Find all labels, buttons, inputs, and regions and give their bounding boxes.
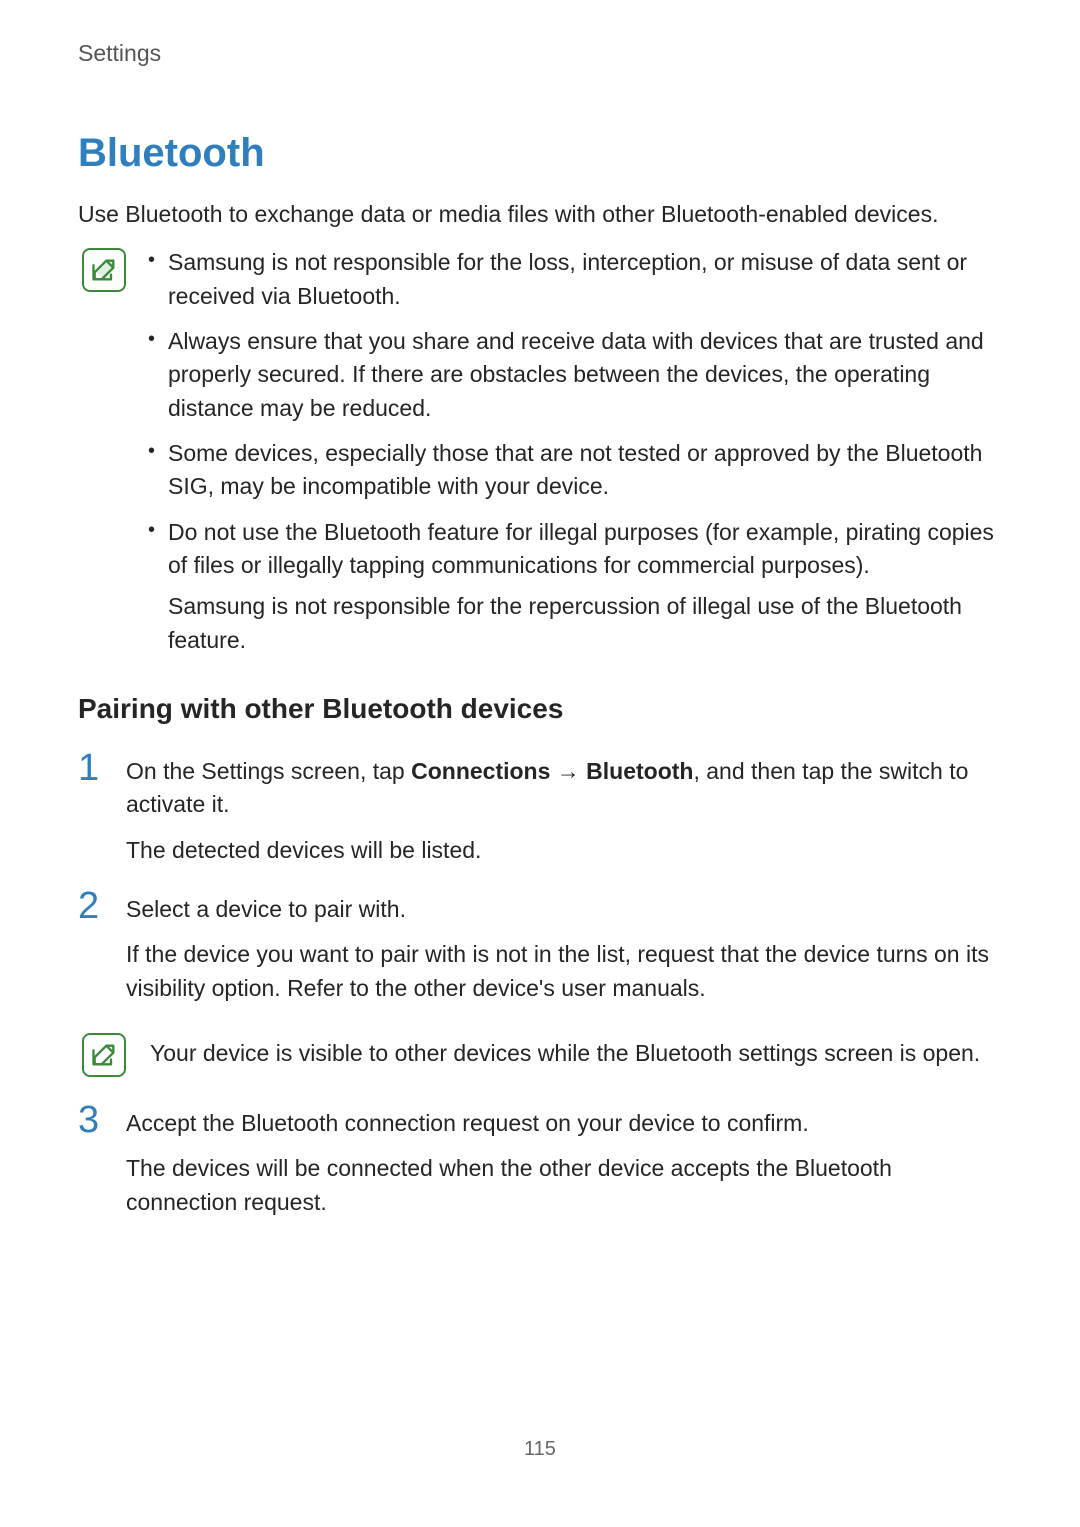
note-list: Samsung is not responsible for the loss,… <box>144 246 1002 657</box>
page-number: 115 <box>0 1438 1080 1461</box>
step-content: Select a device to pair with. If the dev… <box>126 893 1002 1005</box>
step-para: Accept the Bluetooth connection request … <box>126 1107 1002 1140</box>
inline-note-text: Your device is visible to other devices … <box>150 1037 980 1070</box>
step-para: The detected devices will be listed. <box>126 834 1002 867</box>
note-item: Do not use the Bluetooth feature for ill… <box>144 516 1002 657</box>
step-text: On the Settings screen, tap <box>126 758 411 784</box>
bold-bluetooth: Bluetooth <box>586 758 693 784</box>
page-title: Bluetooth <box>78 131 1002 176</box>
note-block: Samsung is not responsible for the loss,… <box>78 246 1002 657</box>
intro-paragraph: Use Bluetooth to exchange data or media … <box>78 198 1002 230</box>
step-number: 2 <box>78 887 106 925</box>
subheading-pairing: Pairing with other Bluetooth devices <box>78 693 1002 725</box>
inline-note-block: Your device is visible to other devices … <box>78 1031 1002 1077</box>
note-item: Some devices, especially those that are … <box>144 437 1002 504</box>
bold-connections: Connections <box>411 758 550 784</box>
note-item-text: Do not use the Bluetooth feature for ill… <box>168 519 994 578</box>
step-number: 1 <box>78 749 106 787</box>
step-3: 3 Accept the Bluetooth connection reques… <box>78 1107 1002 1219</box>
note-item: Always ensure that you share and receive… <box>144 325 1002 425</box>
step-para: The devices will be connected when the o… <box>126 1152 1002 1219</box>
step-content: On the Settings screen, tap Connections … <box>126 755 1002 867</box>
step-number: 3 <box>78 1101 106 1139</box>
header-section-label: Settings <box>78 40 1002 67</box>
note-item-subtext: Samsung is not responsible for the reper… <box>168 590 1002 657</box>
arrow-icon: → <box>550 758 586 784</box>
step-para: If the device you want to pair with is n… <box>126 938 1002 1005</box>
step-content: Accept the Bluetooth connection request … <box>126 1107 1002 1219</box>
note-icon <box>82 1033 126 1077</box>
note-item: Samsung is not responsible for the loss,… <box>144 246 1002 313</box>
step-1: 1 On the Settings screen, tap Connection… <box>78 755 1002 867</box>
note-icon <box>82 248 126 292</box>
step-2: 2 Select a device to pair with. If the d… <box>78 893 1002 1005</box>
step-para: Select a device to pair with. <box>126 893 1002 926</box>
